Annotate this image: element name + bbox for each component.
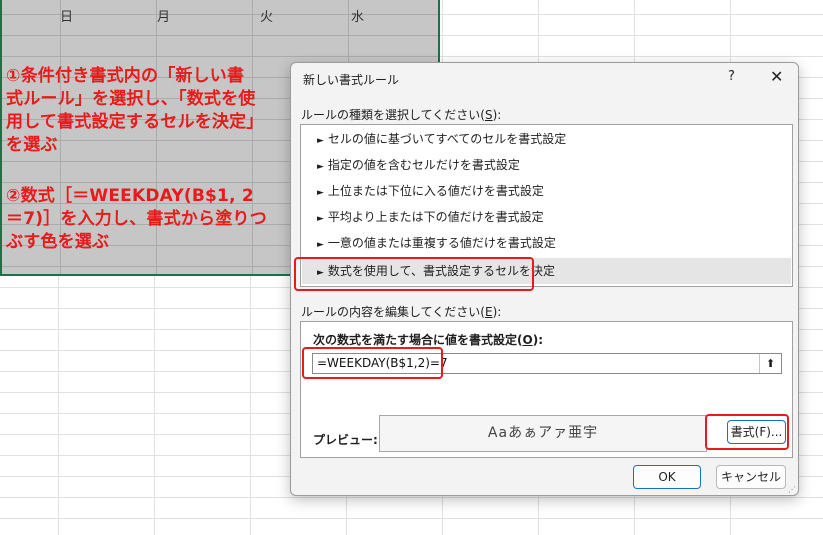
annotation-step2: ②数式［＝WEEKDAY(B$1, 2 ＝7)］を入力し、書式から塗りつ ぶす色… xyxy=(6,186,267,252)
preview-label: プレビュー: xyxy=(313,433,378,447)
triangle-right-icon: ► xyxy=(317,240,324,250)
day-header-wednesday: 水 xyxy=(351,10,365,25)
formula-label: 次の数式を満たす場合に値を書式設定(O): xyxy=(313,333,543,347)
close-icon[interactable]: ✕ xyxy=(770,67,783,86)
rule-type-item[interactable]: ► セルの値に基づいてすべてのセルを書式設定 xyxy=(302,126,791,152)
highlight-format-button xyxy=(705,414,789,450)
annotation-step1: ①条件付き書式内の「新しい書 式ルール」を選択し、「数式を使 用して書式設定する… xyxy=(6,66,264,155)
day-header-tuesday: 火 xyxy=(260,10,274,25)
day-header-sunday: 日 xyxy=(60,10,74,25)
day-header-monday: 月 xyxy=(157,10,171,25)
rule-type-item[interactable]: ► 平均より上または下の値だけを書式設定 xyxy=(302,204,791,230)
rule-type-item[interactable]: ► 上位または下位に入る値だけを書式設定 xyxy=(302,178,791,204)
rule-type-label: ルールの種類を選択してください(S): xyxy=(301,108,502,122)
triangle-right-icon: ► xyxy=(317,162,324,172)
rule-type-item[interactable]: ► 指定の値を含むセルだけを書式設定 xyxy=(302,152,791,178)
cancel-button[interactable]: キャンセル xyxy=(716,465,786,489)
preview-box: Aaあぁアァ亜宇 xyxy=(379,415,707,452)
triangle-right-icon: ► xyxy=(317,214,324,224)
triangle-right-icon: ► xyxy=(317,188,324,198)
resize-grip-icon[interactable]: ⋰ xyxy=(788,485,796,494)
highlight-selected-rule xyxy=(294,257,534,291)
dialog-title: 新しい書式ルール xyxy=(303,73,400,87)
edit-rule-label: ルールの内容を編集してください(E): xyxy=(301,305,502,319)
highlight-formula xyxy=(302,347,443,379)
collapse-dialog-icon[interactable]: ⬆ xyxy=(759,354,781,373)
help-icon[interactable]: ? xyxy=(728,69,735,84)
rule-type-item[interactable]: ► 一意の値または重複する値だけを書式設定 xyxy=(302,230,791,256)
ok-button[interactable]: OK xyxy=(633,465,701,489)
triangle-right-icon: ► xyxy=(317,136,324,146)
